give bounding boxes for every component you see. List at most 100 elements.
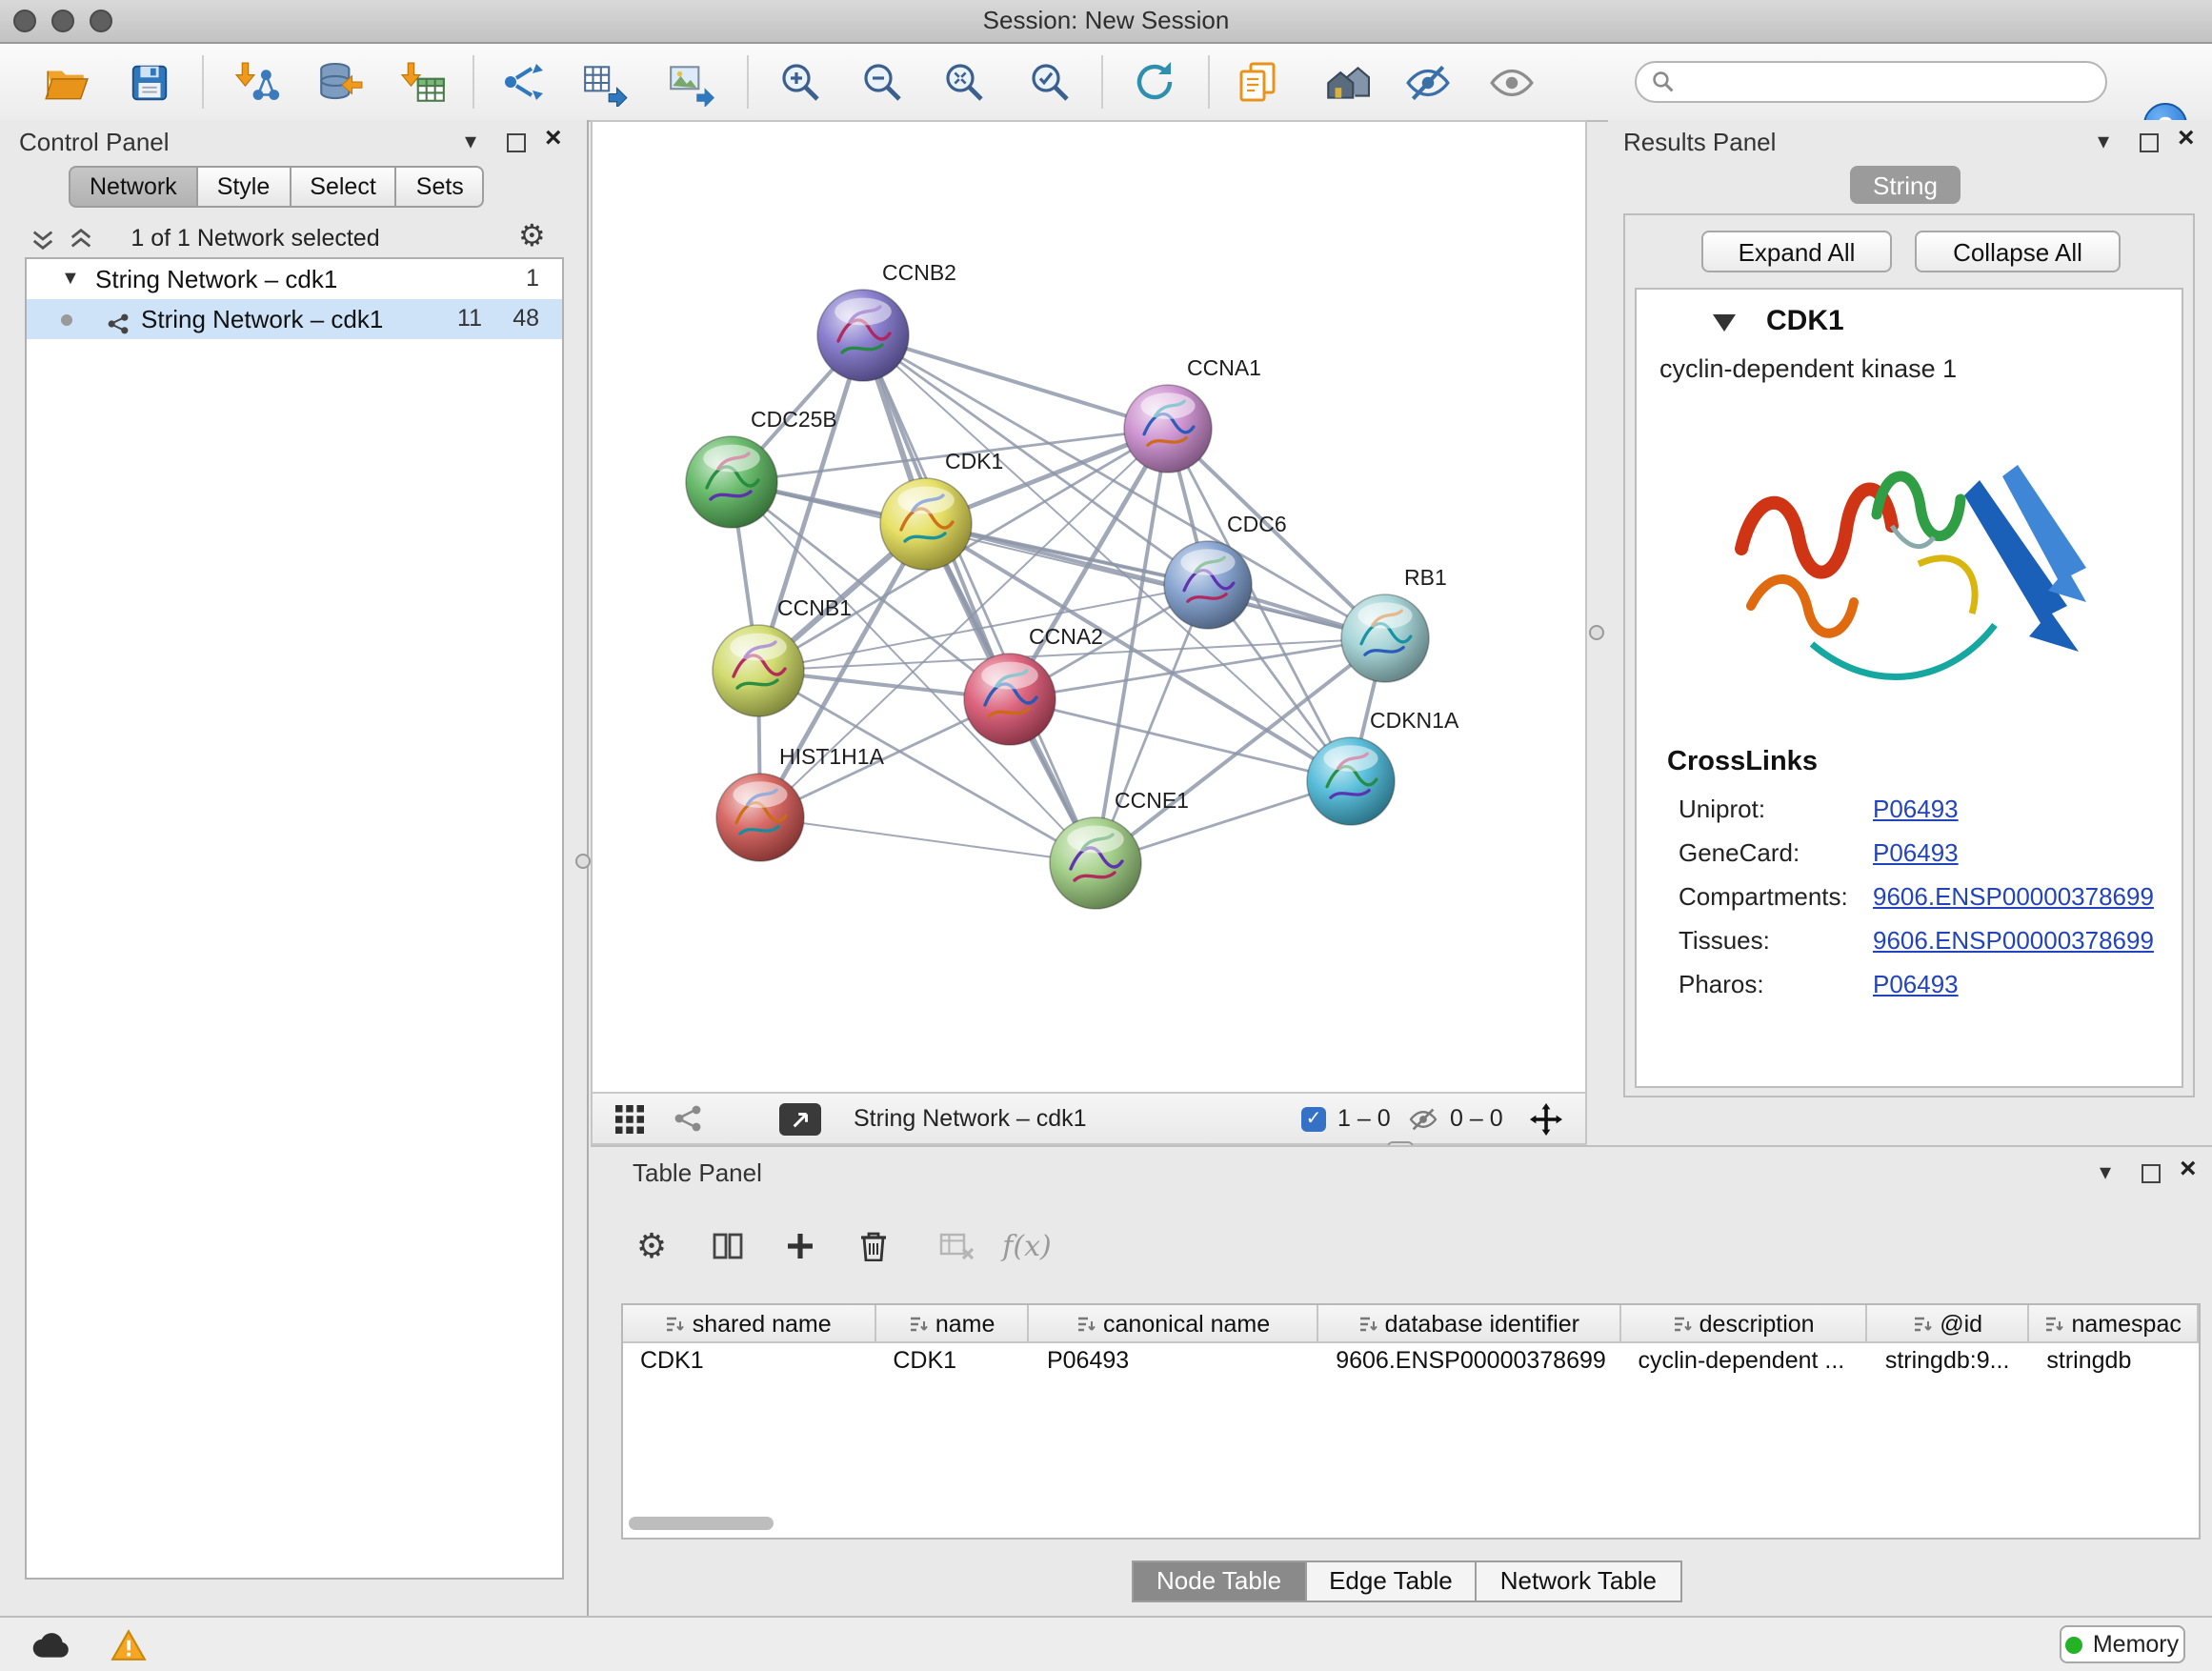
gear-icon[interactable]: ⚙ [518, 223, 546, 253]
memory-status-dot [2066, 1636, 2083, 1653]
open-session-button[interactable] [34, 51, 95, 112]
search-field[interactable] [1635, 61, 2107, 103]
collapse-all-button[interactable]: Collapse All [1915, 231, 2121, 272]
network-edge[interactable] [760, 817, 1096, 863]
crosslink-value[interactable]: 9606.ENSP00000378699 [1873, 926, 2154, 955]
eye-slash-small-icon [1408, 1106, 1438, 1131]
warning-icon[interactable] [111, 1629, 147, 1667]
panel-float-icon[interactable] [507, 131, 526, 158]
import-table-button[interactable] [392, 51, 453, 112]
left-splitter-handle[interactable] [575, 854, 591, 869]
network-node-cdkn1a[interactable]: CDKN1A [1307, 708, 1459, 825]
column-header-label: description [1699, 1306, 1815, 1340]
gear-icon: ⚙ [636, 1231, 667, 1261]
crosslink-value[interactable]: P06493 [1873, 970, 1959, 998]
zoom-in-button[interactable] [770, 51, 831, 112]
show-columns-button[interactable] [701, 1219, 754, 1273]
panel-close-icon[interactable]: × [545, 128, 562, 151]
column-header-database-identifier[interactable]: database identifier [1318, 1305, 1620, 1341]
tree-row[interactable]: ▼String Network – cdk11 [27, 259, 562, 299]
panel-float-icon[interactable] [2140, 131, 2159, 158]
network-edge[interactable] [863, 335, 1096, 863]
fx-icon: f(x) [1002, 1229, 1051, 1263]
function-builder-button[interactable]: f(x) [995, 1219, 1059, 1273]
memory-button[interactable]: Memory [2060, 1625, 2185, 1663]
save-session-button[interactable] [118, 51, 179, 112]
panel-close-icon[interactable]: × [2180, 1158, 2197, 1181]
tab-network[interactable]: Network [69, 166, 198, 208]
network-canvas[interactable]: CCNB2CCNA1CDC25BCDK1CDC6RB1CCNB1CCNA2CDK… [591, 120, 1587, 1145]
column-header-namespac[interactable]: namespac [2029, 1305, 2199, 1341]
column-header-canonical-name[interactable]: canonical name [1030, 1305, 1318, 1341]
crosslink-value[interactable]: P06493 [1873, 838, 1959, 867]
tab-edge-table[interactable]: Edge Table [1306, 1560, 1478, 1602]
column-header-description[interactable]: description [1620, 1305, 1867, 1341]
tab-select[interactable]: Select [291, 166, 397, 208]
hide-selected-button[interactable] [1397, 51, 1458, 112]
horizontal-scrollbar[interactable] [629, 1517, 774, 1530]
delete-table-icon [938, 1232, 975, 1260]
grid-view-button[interactable] [615, 1094, 644, 1143]
zoom-fit-button[interactable] [934, 51, 995, 112]
tab-network-table[interactable]: Network Table [1478, 1560, 1681, 1602]
network-node-hist1h1a[interactable]: HIST1H1A [716, 744, 885, 861]
panel-close-icon[interactable]: × [2178, 128, 2195, 151]
right-splitter-handle[interactable] [1589, 625, 1604, 640]
toolbar-separator [1101, 55, 1103, 109]
refresh-icon [1132, 59, 1177, 105]
network-node-ccna1[interactable]: CCNA1 [1124, 355, 1261, 473]
refresh-layout-button[interactable] [1124, 51, 1185, 112]
hidden-nodes-indicator[interactable]: 0 – 0 [1408, 1094, 1503, 1143]
section-caret-icon[interactable] [1713, 309, 1736, 337]
tab-style[interactable]: Style [198, 166, 292, 208]
tree-row[interactable]: String Network – cdk11148 [27, 299, 562, 339]
network-node-cdc25b[interactable]: CDC25B [686, 407, 837, 528]
apply-layout-button[interactable] [1315, 51, 1376, 112]
tree-caret-icon[interactable]: ▼ [61, 259, 80, 299]
delete-column-button[interactable] [846, 1219, 899, 1273]
crosslink-value[interactable]: 9606.ENSP00000378699 [1873, 882, 2154, 911]
import-network-button[interactable] [227, 51, 288, 112]
delete-table-button[interactable] [930, 1219, 983, 1273]
column-header--id[interactable]: @id [1868, 1305, 2030, 1341]
pan-tool-button[interactable] [1530, 1094, 1562, 1143]
import-network-from-database-button[interactable] [309, 51, 370, 112]
tab-sets[interactable]: Sets [397, 166, 485, 208]
zoom-selected-button[interactable] [1019, 51, 1080, 112]
network-node-cdk1[interactable]: CDK1 [880, 449, 1003, 570]
selected-nodes-indicator[interactable]: ✓ 1 – 0 [1301, 1094, 1391, 1143]
network-node-rb1[interactable]: RB1 [1341, 565, 1447, 682]
network-node-ccnb2[interactable]: CCNB2 [817, 260, 956, 381]
panel-menu-caret-icon[interactable]: ▾ [2098, 128, 2109, 154]
export-view-button[interactable] [779, 1094, 821, 1143]
edge-count: 48 [513, 299, 539, 339]
tab-node-table[interactable]: Node Table [1132, 1560, 1306, 1602]
panel-menu-caret-icon[interactable]: ▾ [2100, 1158, 2111, 1185]
crosslink-label: Uniprot: [1679, 795, 1765, 823]
new-network-button[interactable] [493, 51, 554, 112]
network-share-icon [107, 307, 130, 347]
export-table-button[interactable] [573, 51, 634, 112]
show-all-button[interactable] [1480, 51, 1541, 112]
network-edge[interactable] [758, 335, 863, 671]
panel-float-icon[interactable] [2142, 1162, 2161, 1189]
network-graph[interactable]: CCNB2CCNA1CDC25BCDK1CDC6RB1CCNB1CCNA2CDK… [593, 122, 1585, 1092]
search-input[interactable] [1684, 67, 2105, 97]
memory-label: Memory [2093, 1631, 2179, 1658]
network-edge[interactable] [863, 335, 1168, 429]
table-row[interactable]: CDK1CDK1P064939606.ENSP00000378699cyclin… [623, 1343, 2199, 1379]
panel-menu-caret-icon[interactable]: ▾ [465, 128, 476, 154]
cloud-icon[interactable] [30, 1631, 70, 1665]
zoom-out-button[interactable] [852, 51, 913, 112]
column-header-name[interactable]: name [875, 1305, 1030, 1341]
crosslink-value[interactable]: P06493 [1873, 795, 1959, 823]
table-settings-button[interactable]: ⚙ [625, 1219, 678, 1273]
export-image-button[interactable] [659, 51, 720, 112]
column-header-shared-name[interactable]: shared name [623, 1305, 875, 1341]
birdseye-view-button[interactable] [673, 1094, 703, 1143]
create-column-button[interactable] [774, 1219, 827, 1273]
tab-string[interactable]: String [1850, 166, 1961, 204]
expand-all-button[interactable]: Expand All [1701, 231, 1892, 272]
annotations-button[interactable] [1227, 51, 1288, 112]
node-table[interactable]: shared namenamecanonical namedatabase id… [621, 1303, 2201, 1540]
